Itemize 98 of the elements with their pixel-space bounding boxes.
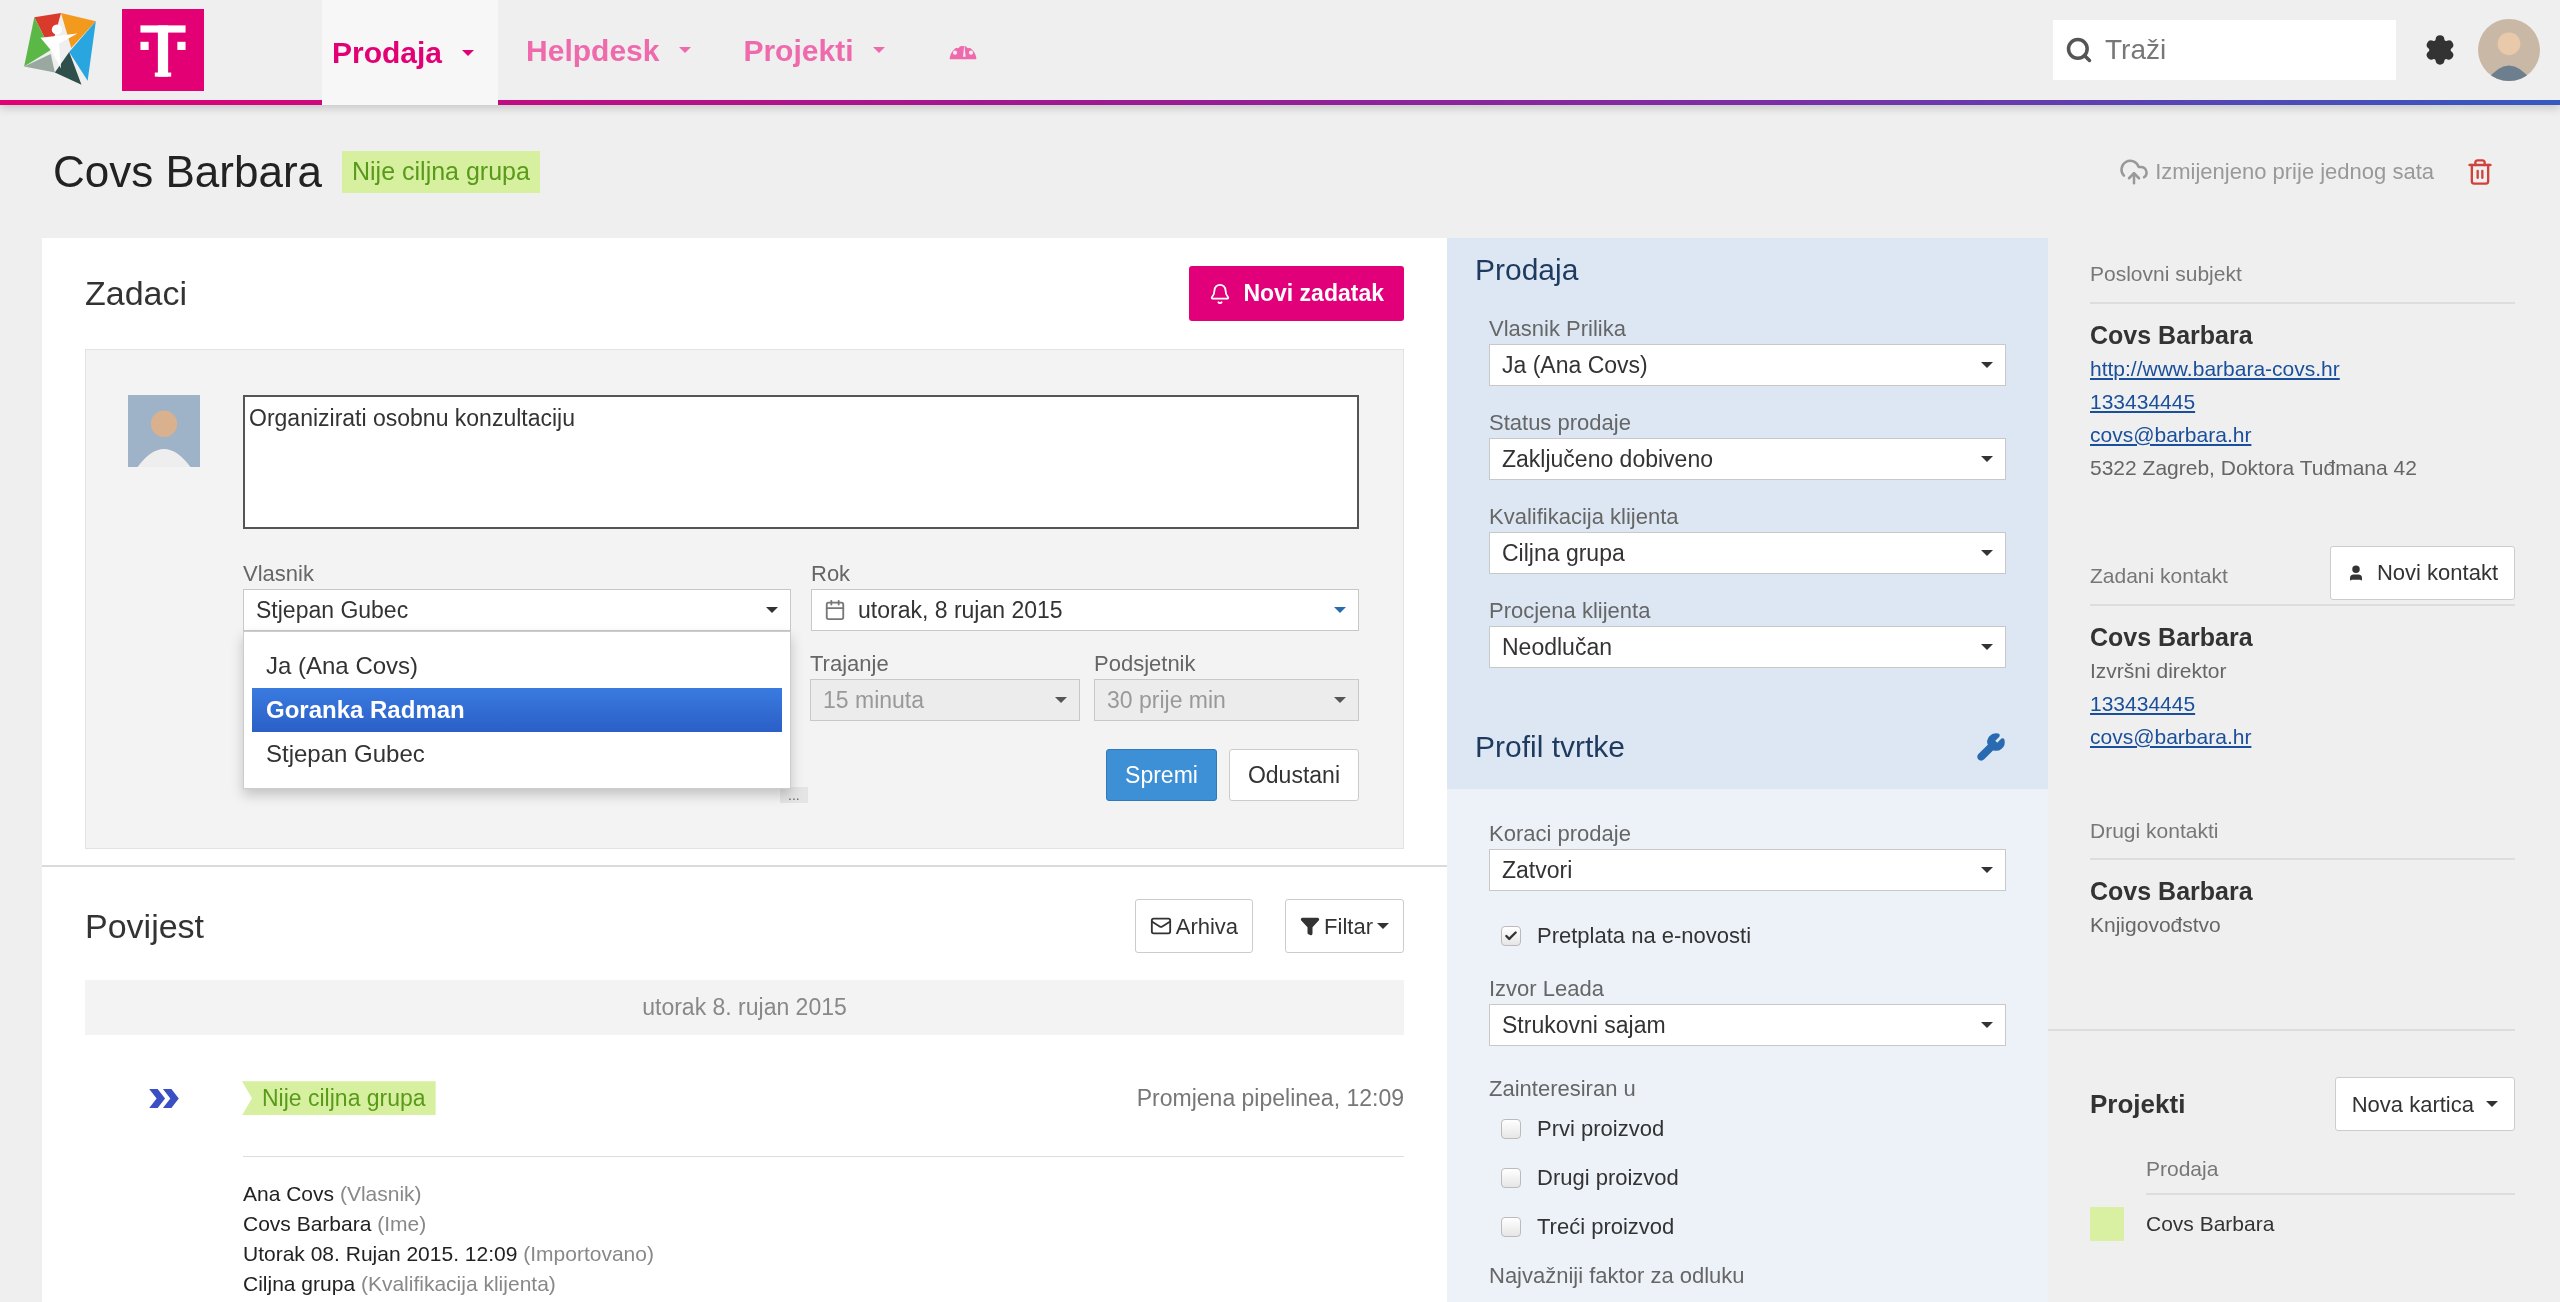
caret-icon	[1334, 607, 1346, 613]
field-label: Procjena klijenta	[1489, 597, 1652, 625]
address-text: 5322 Zagreb, Doktora Tuđmana 42	[2090, 454, 2418, 481]
search-icon	[2065, 36, 2093, 64]
caret-icon	[1981, 867, 1993, 873]
checkbox[interactable]	[1501, 1216, 1521, 1237]
select-field[interactable]: Neodlučan	[1489, 626, 2006, 668]
description-field[interactable]: Organizirati osobnu konzultaciju	[243, 395, 1359, 529]
contact-name: Covs Barbara	[2090, 319, 2254, 351]
section-title: Povijest	[85, 905, 206, 947]
caret-icon	[1377, 923, 1389, 929]
caret-icon	[679, 47, 692, 53]
field-label: Najvažniji faktor za odluku	[1489, 1262, 1746, 1290]
caret-icon	[462, 49, 475, 56]
project-name: Covs Barbara	[2146, 1210, 2275, 1237]
modified-text: Izmijenjeno prije jednog sata	[2155, 158, 2434, 186]
section-label: Poslovni subjekt	[2090, 261, 2243, 287]
field-label: Vlasnik	[243, 560, 315, 588]
settings-icon[interactable]	[2424, 34, 2456, 66]
section-label: Drugi kontakti	[2090, 817, 2220, 844]
page-title: Covs Barbara	[53, 145, 322, 198]
field-label: Rok	[811, 560, 852, 588]
wrench-icon[interactable]	[1976, 731, 2006, 762]
dropdown-option[interactable]: Stjepan Gubec	[252, 732, 782, 776]
section-title: Zadaci	[85, 273, 188, 314]
checkbox[interactable]	[1501, 925, 1521, 946]
checkbox[interactable]	[1501, 1118, 1521, 1139]
contact-link[interactable]: covs@barbara.hr	[2090, 422, 2252, 446]
caret-icon	[1981, 550, 1993, 556]
more-button[interactable]: ...	[780, 787, 808, 803]
caret-icon	[766, 607, 778, 613]
field-label: Podsjetnik	[1094, 650, 1197, 678]
filter-button[interactable]: Filtar	[1285, 899, 1404, 953]
contact-link[interactable]: http://www.barbara-covs.hr	[2090, 356, 2340, 380]
cancel-button[interactable]: Odustani	[1228, 749, 1359, 801]
date-field[interactable]: utorak, 8 rujan 2015	[811, 589, 1359, 631]
checkbox[interactable]	[1501, 1167, 1521, 1188]
caret-icon	[1981, 644, 1993, 650]
section-label: Zadani kontakt	[2090, 563, 2228, 589]
caret-icon	[1334, 697, 1346, 703]
bell-icon	[1209, 282, 1232, 305]
contact-name: Covs Barbara	[2090, 621, 2254, 653]
select-field[interactable]: Zatvori	[1489, 849, 2006, 891]
checkbox-label: Pretplata na e-novosti	[1537, 922, 1752, 950]
detail-line: Ciljna grupa (Kvalifikacija klijenta)	[243, 1270, 557, 1297]
status-tag: Nije ciljna grupa	[242, 1081, 436, 1116]
contact-link[interactable]: 133434445	[2090, 389, 2196, 413]
checkbox-label: Treći proizvod	[1537, 1213, 1675, 1241]
checkbox-label: Prvi proizvod	[1537, 1115, 1665, 1143]
new-task-button[interactable]: Novi zadatak	[1189, 266, 1404, 321]
envelope-icon	[1149, 915, 1172, 937]
field-label: Kvalifikacija klijenta	[1489, 503, 1680, 531]
field-label: Status prodaje	[1489, 409, 1632, 437]
calendar-icon	[824, 599, 846, 621]
double-chevron-icon	[149, 1088, 179, 1108]
detail-line: Utorak 08. Rujan 2015. 12:09 (Importovano)	[243, 1240, 655, 1267]
brand-logo-icon	[122, 9, 204, 91]
dropdown-option[interactable]: Ja (Ana Covs)	[252, 644, 782, 688]
section-title: Prodaja	[1474, 252, 1580, 288]
caret-icon	[873, 47, 886, 53]
select-field[interactable]: Stjepan Gubec	[243, 589, 791, 631]
check-icon	[1504, 928, 1518, 943]
field-label: Izvor Leada	[1489, 975, 1605, 1003]
field-label: Vlasnik Prilika	[1489, 315, 1627, 343]
archive-button[interactable]: Arhiva	[1134, 899, 1254, 953]
entry-meta: Promjena pipelinea, 12:09	[1136, 1084, 1404, 1113]
checkbox-label: Drugi proizvod	[1537, 1164, 1679, 1192]
section-title: Projekti	[2090, 1087, 2186, 1121]
select-field[interactable]: Zaključeno dobiveno	[1489, 438, 2006, 480]
field-label: Zainteresiran u	[1489, 1075, 1637, 1103]
detail-line: Ana Covs (Vlasnik)	[243, 1180, 423, 1207]
status-tag: Nije ciljna grupa	[342, 150, 540, 193]
field-label: Koraci prodaje	[1489, 820, 1632, 848]
new-contact-button[interactable]: Novi kontakt	[2329, 545, 2515, 600]
detail-line: Covs Barbara (Ime)	[243, 1210, 428, 1237]
caret-icon	[1981, 1022, 1993, 1028]
field-label: Trajanje	[810, 650, 890, 678]
trash-icon[interactable]	[2466, 156, 2494, 187]
contact-role: Izvršni direktor	[2090, 657, 2228, 684]
search-field[interactable]: Traži	[2053, 20, 2396, 80]
caret-icon	[2486, 1101, 2498, 1107]
select-field[interactable]: Strukovni sajam	[1489, 1004, 2006, 1046]
nav-tab[interactable]: Prodaja	[322, 0, 499, 105]
select-field[interactable]: Ja (Ana Covs)	[1489, 344, 2006, 386]
filter-icon	[1300, 916, 1321, 936]
column-header: Prodaja	[2146, 1156, 2220, 1182]
contact-link[interactable]: 133434445	[2090, 691, 2196, 715]
dropdown-option[interactable]: Goranka Radman	[252, 688, 782, 732]
caret-icon	[1981, 456, 1993, 462]
caret-icon	[1055, 697, 1067, 703]
cloud-upload-icon	[2119, 156, 2150, 187]
caret-icon	[1981, 362, 1993, 368]
section-title: Profil tvrtke	[1475, 729, 1626, 765]
contact-link[interactable]: covs@barbara.hr	[2090, 724, 2252, 748]
contact-role: Knjigovođstvo	[2090, 912, 2222, 938]
new-card-button[interactable]: Nova kartica	[2334, 1077, 2515, 1131]
select-field[interactable]: Ciljna grupa	[1489, 532, 2006, 574]
contact-name: Covs Barbara	[2090, 876, 2254, 907]
